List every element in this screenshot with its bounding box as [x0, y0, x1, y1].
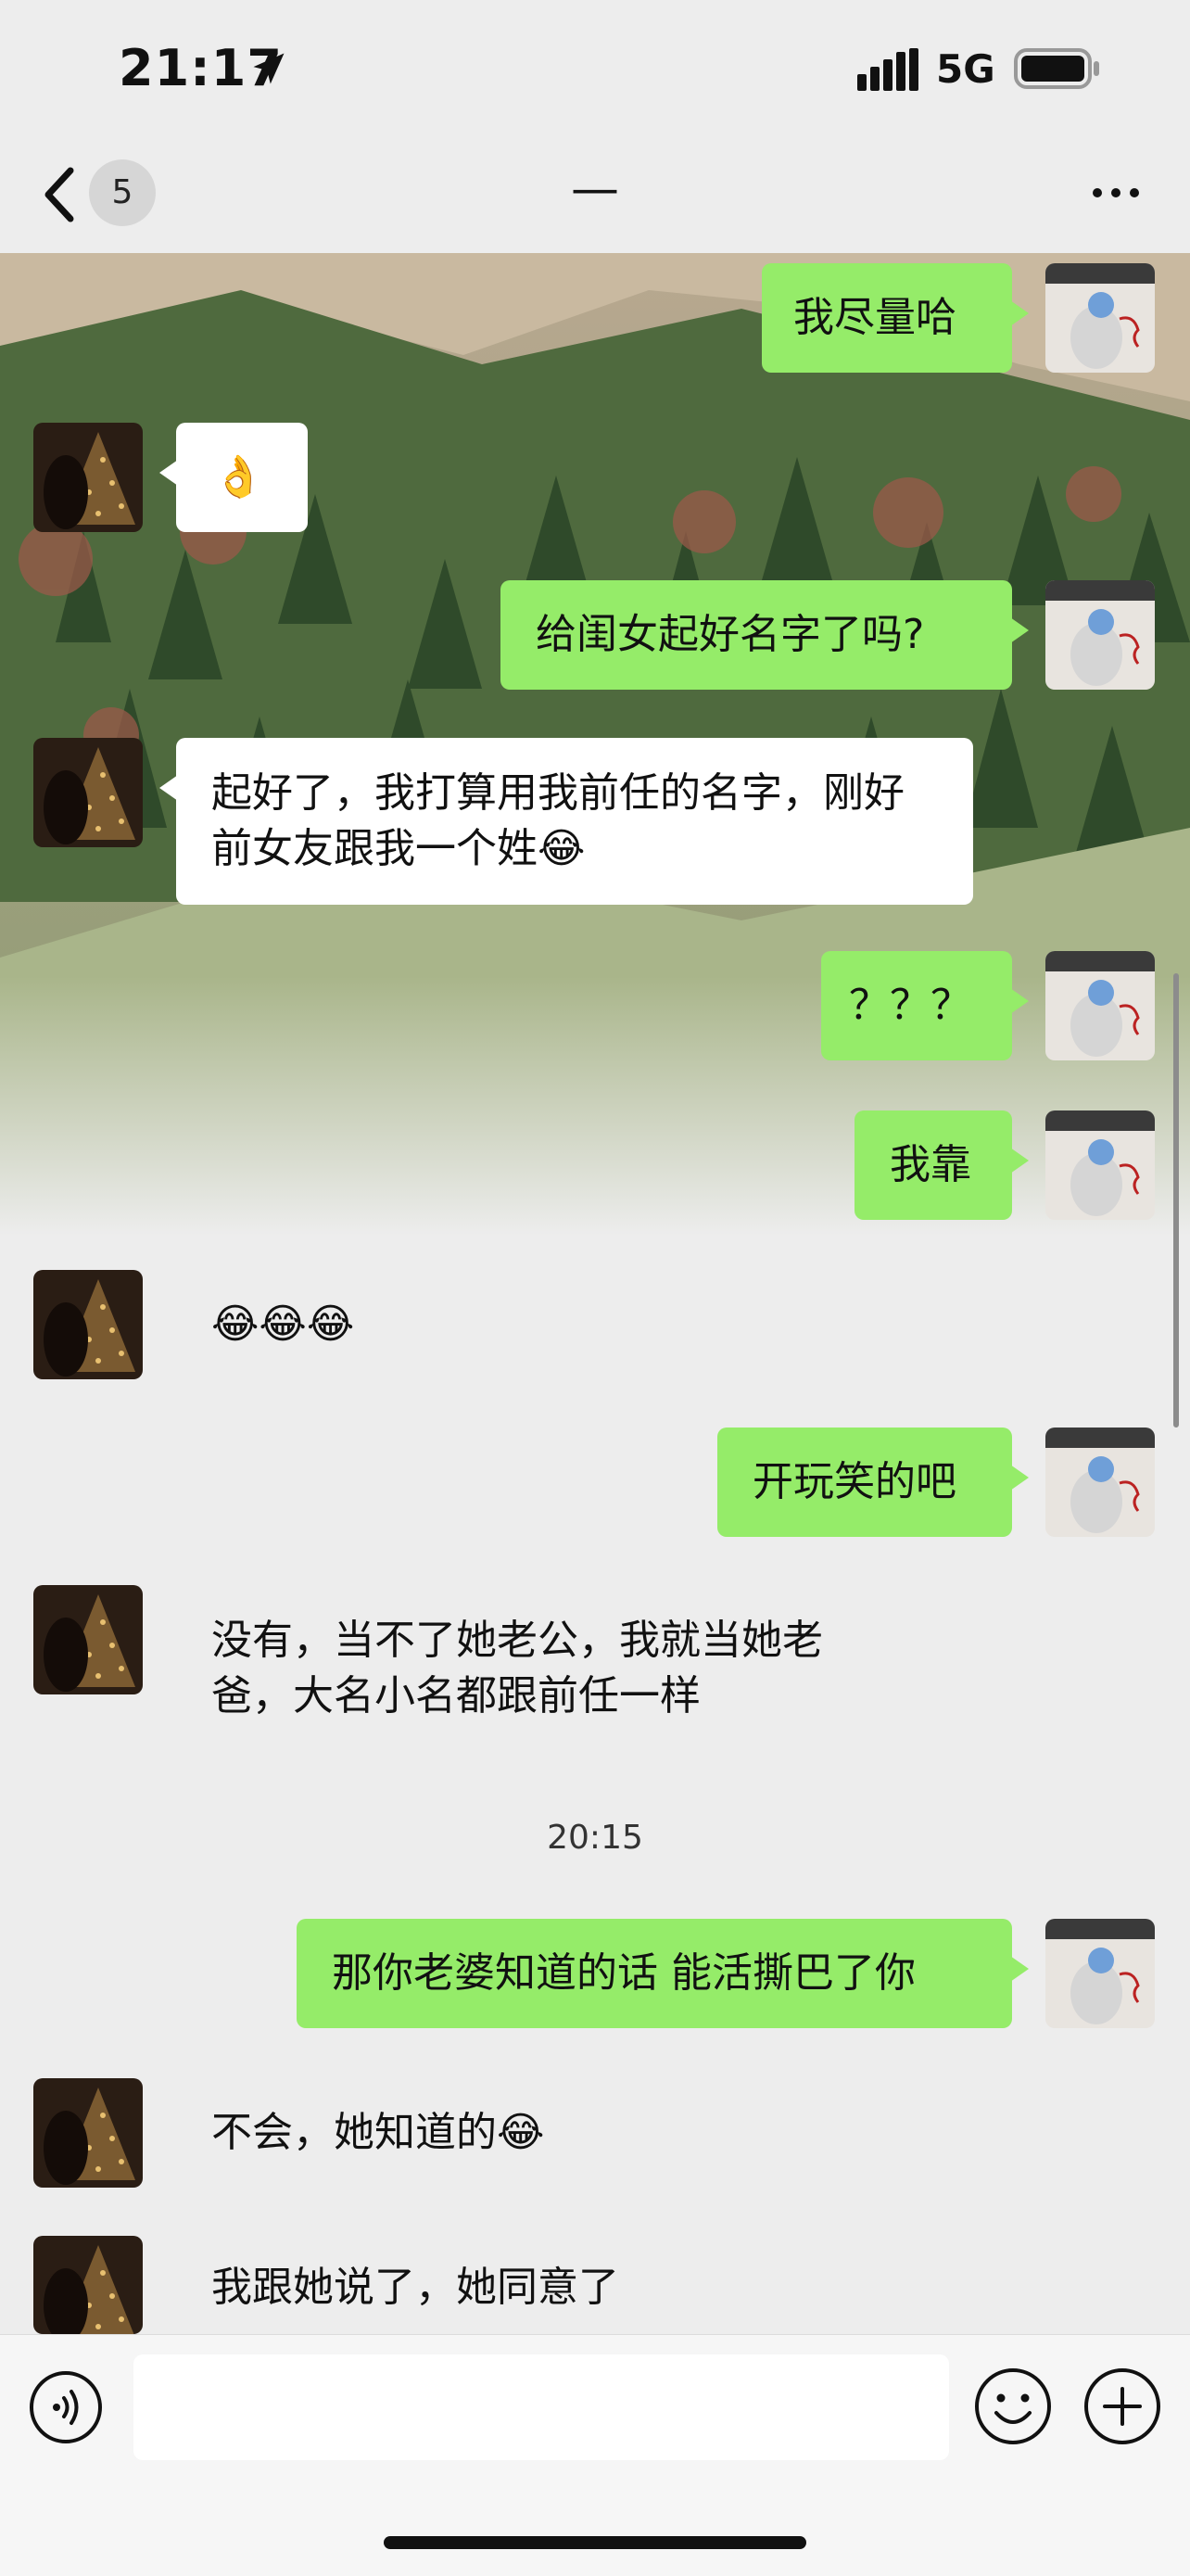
- contact-avatar[interactable]: [33, 2078, 143, 2188]
- network-type: 5G: [936, 46, 995, 92]
- message-bubble-sent[interactable]: 我靠: [855, 1110, 1029, 1220]
- message-bubble-received[interactable]: 不会，她知道的😂: [176, 2078, 621, 2188]
- message-bubble-sent[interactable]: 给闺女起好名字了吗?: [500, 580, 1029, 690]
- chat-title: —: [571, 161, 619, 217]
- signal-icon: [857, 48, 918, 91]
- message-bubble-received[interactable]: 起好了，我打算用我前任的名字，刚好前女友跟我一个姓😂: [159, 738, 973, 905]
- location-arrow-icon: [253, 53, 285, 84]
- message-bubble-sent[interactable]: 那你老婆知道的话 能活撕巴了你: [297, 1919, 1029, 2028]
- message-timestamp: 20:15: [547, 1819, 643, 1857]
- voice-icon[interactable]: [28, 2369, 104, 2445]
- home-indicator[interactable]: [384, 2536, 806, 2549]
- message-bubble-sent[interactable]: 我尽量哈: [762, 263, 1029, 373]
- unread-count-badge[interactable]: 5: [89, 159, 156, 226]
- message-bubble-received[interactable]: 😂😂😂: [176, 1270, 417, 1379]
- more-dots-icon[interactable]: [1090, 184, 1142, 202]
- message-bubble-received[interactable]: 没有，当不了她老公，我就当她老爸，大名小名都跟前任一样: [176, 1585, 936, 1752]
- emoji-icon[interactable]: [973, 2367, 1053, 2446]
- message-bubble-sent[interactable]: ？？？: [821, 951, 1029, 1060]
- my-avatar[interactable]: [1045, 951, 1155, 1060]
- my-avatar[interactable]: [1045, 1919, 1155, 2028]
- my-avatar[interactable]: [1045, 263, 1155, 373]
- my-avatar[interactable]: [1045, 580, 1155, 690]
- message-input[interactable]: [133, 2354, 949, 2460]
- plus-icon[interactable]: [1082, 2367, 1162, 2446]
- contact-avatar[interactable]: [33, 738, 143, 847]
- chevron-left-icon[interactable]: [43, 167, 74, 222]
- chat-scrollbar[interactable]: [1173, 973, 1179, 1428]
- my-avatar[interactable]: [1045, 1110, 1155, 1220]
- message-bubble-received[interactable]: 我跟她说了，她同意了: [176, 2236, 695, 2334]
- contact-avatar[interactable]: [33, 423, 143, 532]
- my-avatar[interactable]: [1045, 1428, 1155, 1537]
- contact-avatar[interactable]: [33, 1270, 143, 1379]
- contact-avatar[interactable]: [33, 1585, 143, 1694]
- battery-icon: [1014, 48, 1099, 89]
- message-bubble-received[interactable]: 👌: [159, 423, 308, 532]
- contact-avatar[interactable]: [33, 2236, 143, 2334]
- message-bubble-sent[interactable]: 开玩笑的吧: [717, 1428, 1029, 1537]
